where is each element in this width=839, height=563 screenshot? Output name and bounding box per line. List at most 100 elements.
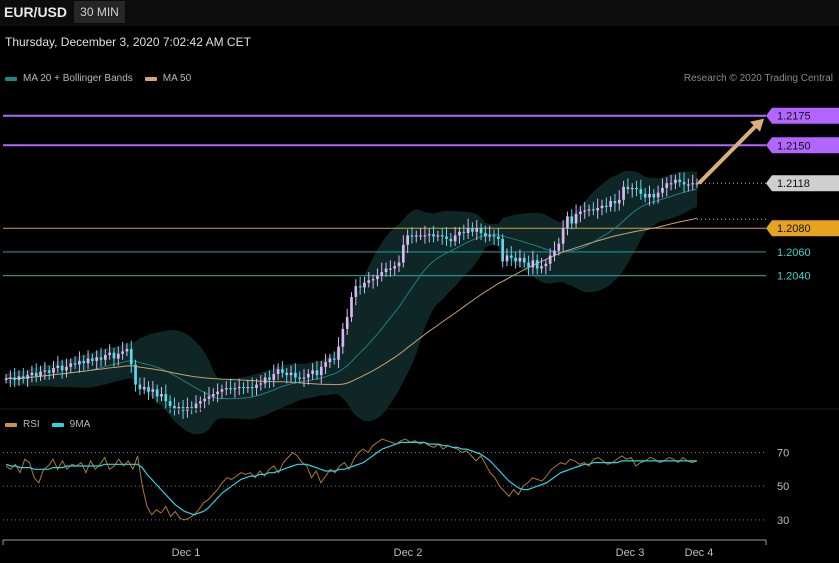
candle-body: [600, 205, 604, 209]
candle-body: [535, 260, 539, 269]
candle-body: [21, 376, 25, 379]
candle-body: [306, 373, 310, 378]
candle-body: [91, 358, 94, 361]
candle-body: [393, 266, 397, 269]
candle-body: [613, 200, 617, 204]
candle-body: [371, 279, 375, 281]
candle-body: [103, 354, 107, 360]
candle-body: [285, 372, 289, 376]
candle-body: [168, 401, 172, 406]
level-label-1.2040: 1.2040: [777, 271, 811, 283]
candle-body: [691, 183, 695, 185]
candle-body: [142, 386, 146, 390]
candle-body: [341, 328, 345, 347]
candle-body: [669, 183, 673, 185]
candle-body: [56, 365, 60, 369]
candle-body: [583, 210, 587, 212]
candle-body: [43, 370, 47, 372]
candle-body: [199, 401, 202, 404]
candle-body: [99, 357, 103, 360]
candle-body: [604, 205, 608, 207]
candle-body: [427, 234, 431, 236]
x-tick-label: Dec 2: [394, 547, 423, 559]
candle-body: [661, 187, 664, 193]
candle-body: [440, 235, 444, 237]
candle-body: [492, 235, 496, 237]
candle-body: [471, 228, 474, 232]
candle-body: [501, 238, 504, 262]
candle-body: [207, 396, 211, 399]
candle-body: [505, 255, 509, 262]
candle-body: [656, 192, 660, 198]
candle-body: [509, 255, 513, 258]
candle-body: [479, 228, 483, 233]
candle-body: [129, 349, 133, 365]
candle-body: [462, 231, 466, 233]
candle-body: [540, 266, 543, 269]
candle-body: [69, 363, 73, 367]
candle-body: [350, 296, 353, 318]
candle-body: [561, 228, 565, 244]
candle-body: [639, 189, 643, 194]
candle-body: [30, 372, 34, 376]
level-label-text: 1.2150: [777, 140, 811, 152]
candle-body: [475, 228, 479, 232]
candle-body: [134, 364, 137, 385]
candle-body: [194, 403, 198, 409]
level-label-text: 1.2080: [777, 223, 811, 235]
candle-body: [553, 250, 556, 256]
candle-body: [65, 366, 68, 371]
x-tick-label: Dec 1: [172, 547, 201, 559]
candle-body: [73, 363, 77, 365]
candle-body: [687, 184, 690, 186]
candle-body: [643, 193, 647, 198]
candle-body: [52, 368, 55, 373]
price-chart[interactable]: 1.2175 1.2150 1.2118 1.2080 1.2060 1.2040 70 50…: [0, 0, 839, 563]
candle-body: [376, 275, 379, 280]
candle-body: [311, 370, 314, 374]
candle-body: [419, 235, 422, 237]
candle-body: [289, 372, 293, 376]
candle-body: [229, 388, 232, 390]
candle-body: [125, 349, 129, 352]
candle-body: [401, 244, 405, 263]
candle-body: [319, 366, 323, 376]
candle-body: [367, 280, 371, 283]
candle-body: [268, 377, 271, 380]
candle-body: [8, 377, 12, 379]
projection-arrow: [698, 121, 760, 185]
candle-body: [116, 353, 120, 359]
candle-body: [544, 263, 548, 267]
candle-body: [522, 257, 526, 263]
level-label-1.2060: 1.2060: [777, 247, 811, 259]
candle-body: [302, 377, 306, 379]
candle-body: [211, 394, 215, 397]
candle-body: [384, 268, 388, 273]
candle-body: [78, 360, 81, 365]
candle-body: [324, 362, 327, 367]
candle-body: [531, 260, 535, 268]
candle-body: [609, 200, 612, 207]
candle-body: [570, 216, 574, 224]
candle-body: [630, 187, 634, 190]
candle-body: [276, 369, 280, 374]
candle-body: [259, 383, 263, 385]
candle-body: [151, 389, 155, 392]
rsi-ma-line: [5, 441, 697, 516]
candle-body: [695, 183, 699, 185]
candle-body: [337, 346, 340, 360]
candle-body: [665, 183, 669, 188]
candle-body: [315, 370, 319, 376]
candle-body: [332, 358, 336, 360]
candle-body: [216, 391, 219, 395]
level-label-1.2175: 1.2175: [766, 107, 839, 124]
candle-body: [453, 235, 457, 242]
candle-body: [635, 187, 638, 190]
candle-body: [648, 193, 651, 198]
candle-body: [548, 255, 552, 264]
level-label-1.2080: 1.2080: [766, 220, 839, 237]
candle-body: [82, 360, 86, 364]
candle-body: [250, 386, 254, 389]
candle-body: [294, 372, 297, 378]
candle-body: [224, 388, 228, 390]
